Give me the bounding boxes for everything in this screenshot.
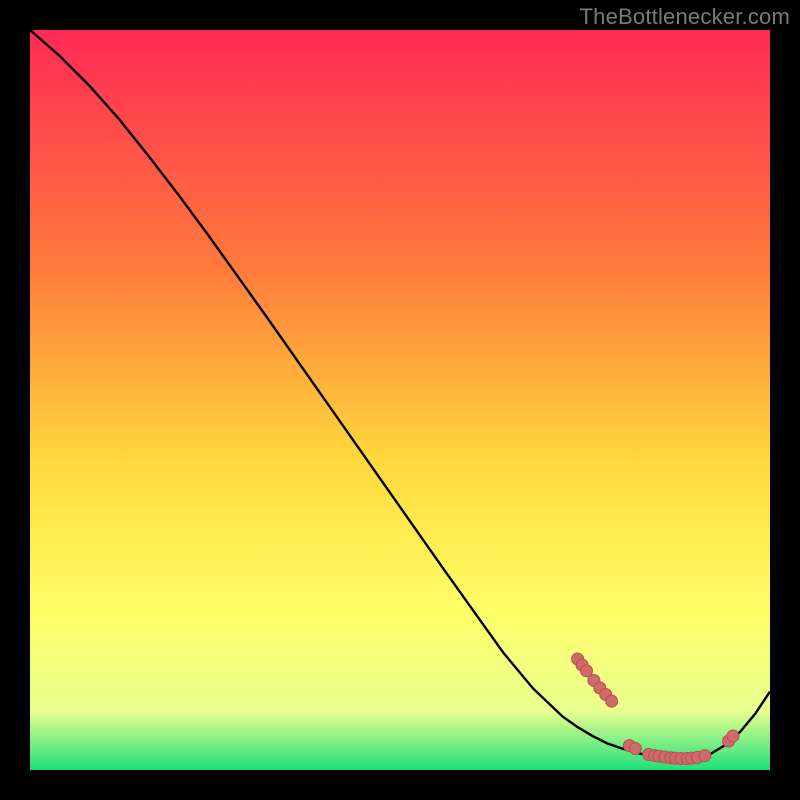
data-point bbox=[699, 750, 711, 762]
chart-svg bbox=[30, 30, 770, 770]
watermark-text: TheBottlenecker.com bbox=[580, 4, 790, 30]
chart-stage: TheBottlenecker.com bbox=[0, 0, 800, 800]
data-point bbox=[606, 695, 618, 707]
gradient-background bbox=[30, 30, 770, 770]
plot-area bbox=[30, 30, 770, 770]
data-point bbox=[629, 743, 641, 755]
data-point bbox=[727, 730, 739, 742]
